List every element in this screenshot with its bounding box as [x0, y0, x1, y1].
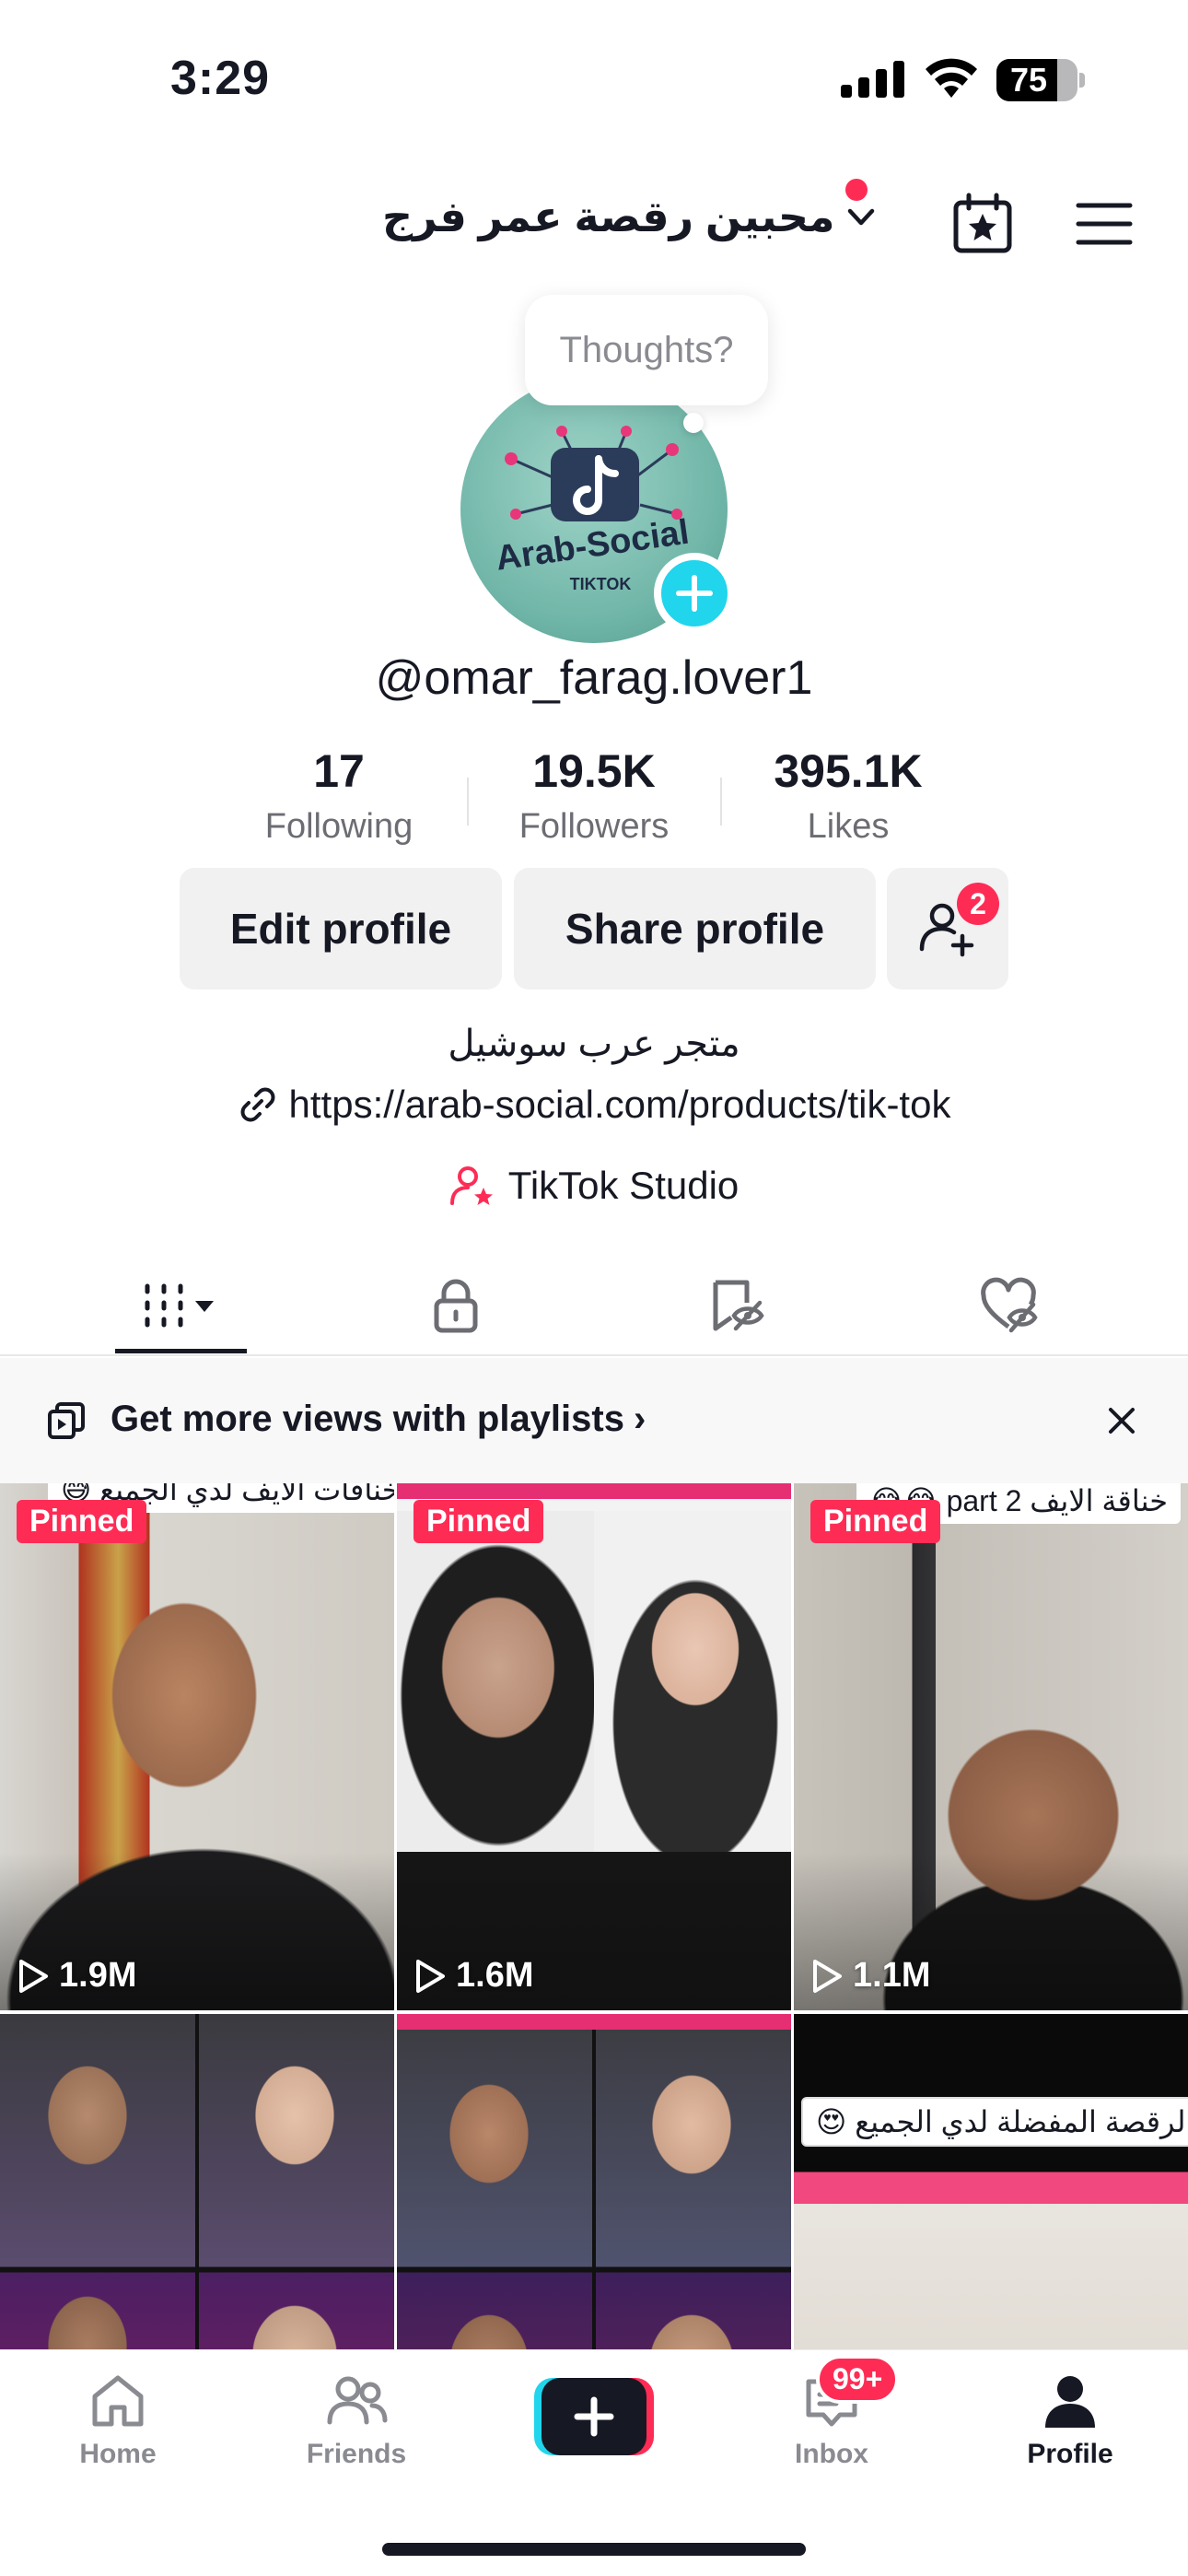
- thoughts-text: Thoughts?: [559, 329, 734, 370]
- thumbnail-image: [794, 2014, 1188, 2349]
- link-icon: [240, 1087, 274, 1122]
- view-count: 1.6M: [413, 1956, 533, 1996]
- thumbnail-image: [794, 1483, 1188, 2010]
- account-switcher[interactable]: محبين رقصة عمر فرج: [382, 192, 879, 241]
- playlist-icon: [48, 1402, 85, 1439]
- create-icon[interactable]: [534, 2378, 654, 2455]
- tab-liked[interactable]: [916, 1255, 1101, 1356]
- stat-divider: [467, 778, 469, 825]
- creator-star-icon: [449, 1166, 493, 1205]
- battery-icon: 75: [996, 59, 1085, 101]
- view-count: 1.9M: [17, 1956, 136, 1996]
- nav-label: Home: [79, 2439, 157, 2469]
- notification-dot: [845, 179, 868, 201]
- stat-divider: [720, 778, 722, 825]
- profile-stats: 17 Following 19.5K Followers 395.1K Like…: [0, 744, 1188, 855]
- close-icon[interactable]: [1103, 1402, 1140, 1439]
- edit-profile-button[interactable]: Edit profile: [180, 868, 502, 989]
- active-tab-indicator: [115, 1349, 247, 1353]
- home-indicator[interactable]: [382, 2543, 806, 2556]
- live-guest-feed: [397, 1511, 594, 1852]
- stat-value: 17: [313, 745, 365, 797]
- tab-videos[interactable]: [89, 1255, 274, 1356]
- chevron-down-icon: [847, 208, 874, 226]
- stat-label: Following: [264, 807, 413, 846]
- inbox-badge: 99+: [816, 2355, 900, 2404]
- video-grid: خناقات الايف لدي الجميع 😅 Pinned 1.9M Pi…: [0, 1483, 1188, 2349]
- playlist-banner-label: Get more views with playlists: [111, 1399, 624, 1439]
- pinned-badge: Pinned: [413, 1500, 544, 1543]
- thought-bubble-dot: [683, 413, 704, 433]
- pinned-badge: Pinned: [810, 1500, 941, 1543]
- videos-grid-icon: [145, 1283, 214, 1328]
- video-thumbnail[interactable]: Pinned 1.6M: [397, 1483, 791, 2010]
- bio-text: متجر عرب سوشيل: [448, 1024, 740, 1064]
- add-avatar-button[interactable]: [654, 553, 735, 634]
- add-friends-button[interactable]: 2: [887, 868, 1008, 989]
- chevron-right-icon: ›: [633, 1399, 646, 1439]
- bookmark-hidden-icon: [713, 1280, 764, 1331]
- tiktok-studio-label: TikTok Studio: [507, 1164, 740, 1207]
- thoughts-bubble[interactable]: Thoughts?: [525, 295, 768, 405]
- play-icon: [416, 1959, 445, 1993]
- logo-subtext: TIKTOK: [570, 575, 632, 593]
- thumbnail-image: [0, 1483, 394, 2010]
- thumbnail-image: [397, 2014, 791, 2349]
- plus-icon: [676, 575, 713, 612]
- playlist-banner[interactable]: Get more views with playlists ›: [0, 1358, 1188, 1483]
- play-icon: [19, 1959, 48, 1993]
- calendar-star-icon[interactable]: [950, 192, 1015, 256]
- video-caption: الرقصة المفضلة لدي الجميع 😍: [801, 2097, 1188, 2147]
- battery-percent: 75: [1009, 61, 1048, 99]
- video-thumbnail[interactable]: [397, 2014, 791, 2349]
- view-count-text: 1.1M: [853, 1956, 931, 1995]
- video-thumbnail[interactable]: خناقات الايف لدي الجميع 😅 Pinned 1.9M: [0, 1483, 394, 2010]
- view-count-text: 1.9M: [59, 1956, 137, 1995]
- profile-header: محبين رقصة عمر فرج: [0, 166, 1188, 276]
- menu-icon[interactable]: [1076, 201, 1133, 247]
- account-name: محبين رقصة عمر فرج: [382, 193, 835, 240]
- status-bar: 3:29 75: [0, 0, 1188, 138]
- stat-following[interactable]: 17 Following: [233, 744, 445, 847]
- stat-label: Followers: [518, 807, 670, 846]
- live-host-feed: [594, 1511, 791, 1852]
- status-time: 3:29: [170, 52, 271, 105]
- stat-value: 19.5K: [532, 745, 656, 797]
- play-icon: [813, 1959, 842, 1993]
- view-count-text: 1.6M: [456, 1956, 534, 1995]
- friends-icon: [327, 2376, 388, 2425]
- profile-icon: [1045, 2376, 1095, 2428]
- thumbnail-image: [0, 2014, 394, 2349]
- username: @omar_farag.lover1: [375, 651, 813, 705]
- nav-label: Friends: [306, 2439, 407, 2469]
- video-thumbnail[interactable]: خناقة الايف part 2 😂😂 Pinned 1.1M: [794, 1483, 1188, 2010]
- tab-favorites[interactable]: [643, 1255, 827, 1356]
- tiktok-studio-link[interactable]: TikTok Studio: [0, 1163, 1188, 1209]
- share-profile-button[interactable]: Share profile: [514, 868, 876, 989]
- video-thumbnail[interactable]: [0, 2014, 394, 2349]
- bio-link[interactable]: https://arab-social.com/products/tik-tok: [0, 1083, 1188, 1127]
- home-icon: [92, 2375, 144, 2427]
- wifi-icon: [926, 58, 977, 98]
- stat-value: 395.1K: [774, 745, 923, 797]
- nav-friends[interactable]: Friends: [264, 2369, 448, 2470]
- stat-followers[interactable]: 19.5K Followers: [488, 744, 700, 847]
- nav-label: Inbox: [795, 2439, 868, 2469]
- bio-link-text: https://arab-social.com/products/tik-tok: [288, 1083, 951, 1126]
- lock-icon: [434, 1279, 478, 1333]
- tab-private[interactable]: [364, 1255, 548, 1356]
- nav-home[interactable]: Home: [26, 2369, 210, 2470]
- video-thumbnail[interactable]: الرقصة المفضلة لدي الجميع 😍: [794, 2014, 1188, 2349]
- stat-likes[interactable]: 395.1K Likes: [742, 744, 954, 847]
- playlist-banner-text: Get more views with playlists ›: [111, 1399, 646, 1440]
- profile-tabs: [0, 1255, 1188, 1356]
- pinned-badge: Pinned: [17, 1500, 147, 1543]
- cellular-signal-icon: [841, 61, 904, 98]
- stat-label: Likes: [807, 807, 890, 846]
- view-count: 1.1M: [810, 1956, 930, 1996]
- heart-hidden-icon: [981, 1277, 1038, 1333]
- friend-request-badge: 2: [957, 883, 999, 925]
- nav-label: Profile: [1027, 2439, 1113, 2469]
- nav-profile[interactable]: Profile: [978, 2369, 1162, 2470]
